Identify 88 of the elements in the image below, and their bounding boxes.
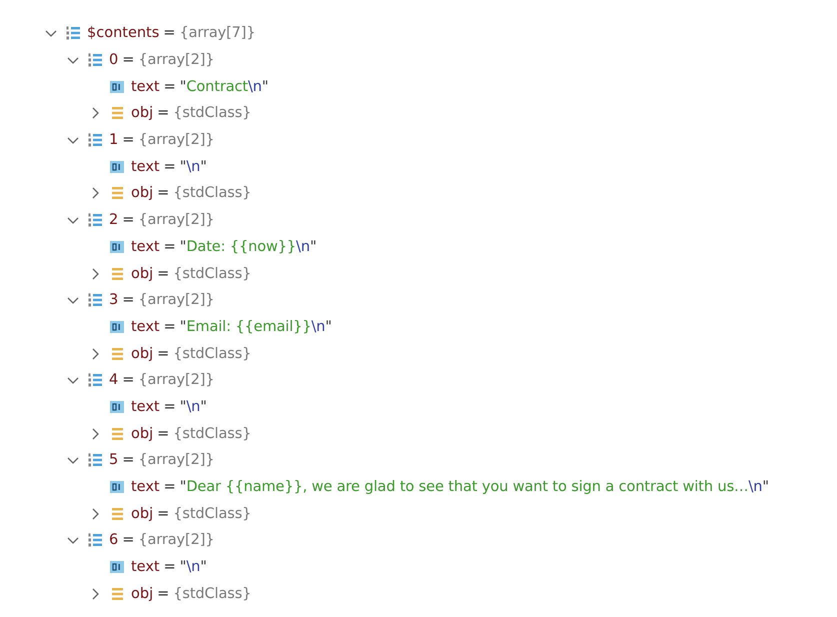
list-icon [110,426,124,441]
variable-name: 0 [109,52,118,68]
list-icon [110,106,124,120]
equals-sign: = [122,52,134,68]
variable-value: {stdClass} [173,506,252,522]
value-icon [110,240,124,254]
list-icon [110,506,124,521]
equals-sign: = [122,532,134,548]
equals-sign: = [164,398,176,415]
numbered-list-icon [88,213,102,228]
equals-sign: = [164,238,176,255]
equals-sign: = [157,185,170,202]
variable-value: {array[2]} [138,532,214,548]
value-icon [110,320,124,334]
variable-value: {stdClass} [173,426,252,442]
variable-value: "Dear {{name}}, we are glad to see that you want to sign a contract with us…\n" [180,479,769,496]
variable-value: {array[2]} [138,372,214,388]
value-icon [110,480,124,494]
variable-value: "\n" [180,158,207,175]
equals-sign: = [157,506,170,522]
equals-sign: = [157,105,170,122]
variable-name: 2 [109,212,118,228]
variable-name: obj [131,185,154,202]
list-icon [110,266,124,281]
numbered-list-icon [88,133,102,148]
variable-value: {array[2]} [138,292,214,308]
equals-sign: = [122,292,134,308]
variable-name: obj [131,105,154,122]
variable-name: 6 [109,532,118,548]
variable-value: {stdClass} [173,105,252,122]
equals-sign: = [157,586,170,602]
numbered-list-icon [88,533,102,548]
variable-value: "Date: {{now}}\n" [180,238,317,255]
variable-name: text [131,78,160,95]
equals-sign: = [122,212,134,228]
equals-sign: = [164,479,176,496]
variable-value: {stdClass} [173,185,252,202]
numbered-list-icon [88,53,102,68]
list-icon [110,186,124,200]
variable-value: "Email: {{email}}\n" [180,318,332,335]
variable-name: text [131,398,160,415]
value-icon [110,560,124,574]
equals-sign: = [164,559,176,576]
list-icon [110,346,124,361]
equals-sign: = [157,346,170,362]
variable-value: "Contract\n" [180,78,268,95]
variable-name: obj [131,426,154,442]
variable-value: {stdClass} [173,586,252,602]
equals-sign: = [122,452,134,468]
variable-value: {array[2]} [138,132,214,148]
variable-value: "\n" [180,398,207,415]
variable-name: obj [131,506,154,522]
equals-sign: = [157,426,170,442]
variable-value: {array[2]} [138,212,214,228]
variable-name: obj [131,266,154,282]
variable-value: "\n" [180,559,207,576]
variable-name: $contents [87,25,160,42]
variable-name: 1 [109,132,118,148]
variable-name: obj [131,586,154,602]
value-icon [110,160,124,174]
variable-name: text [131,158,160,175]
variable-value: {stdClass} [173,266,252,282]
variable-name: text [131,318,160,335]
equals-sign: = [157,266,170,282]
equals-sign: = [164,78,176,95]
equals-sign: = [164,318,176,335]
numbered-list-icon [66,26,80,40]
equals-sign: = [122,132,134,148]
variable-name: text [131,479,160,496]
value-icon [110,400,124,414]
variable-value: {array[7]} [179,25,256,42]
variable-name: 3 [109,292,118,308]
variable-name: 4 [109,372,118,388]
equals-sign: = [163,25,176,42]
variable-name: text [131,559,160,576]
equals-sign: = [122,372,134,388]
variable-value: {array[2]} [138,52,214,68]
value-icon [110,80,124,94]
equals-sign: = [164,158,176,175]
variable-name: obj [131,346,154,362]
list-icon [110,586,124,601]
numbered-list-icon [88,293,102,308]
variable-value: {array[2]} [138,452,214,468]
variable-name: text [131,238,160,255]
variable-value: {stdClass} [173,346,252,362]
numbered-list-icon [88,373,102,388]
variable-name: 5 [109,452,118,468]
numbered-list-icon [88,453,102,468]
